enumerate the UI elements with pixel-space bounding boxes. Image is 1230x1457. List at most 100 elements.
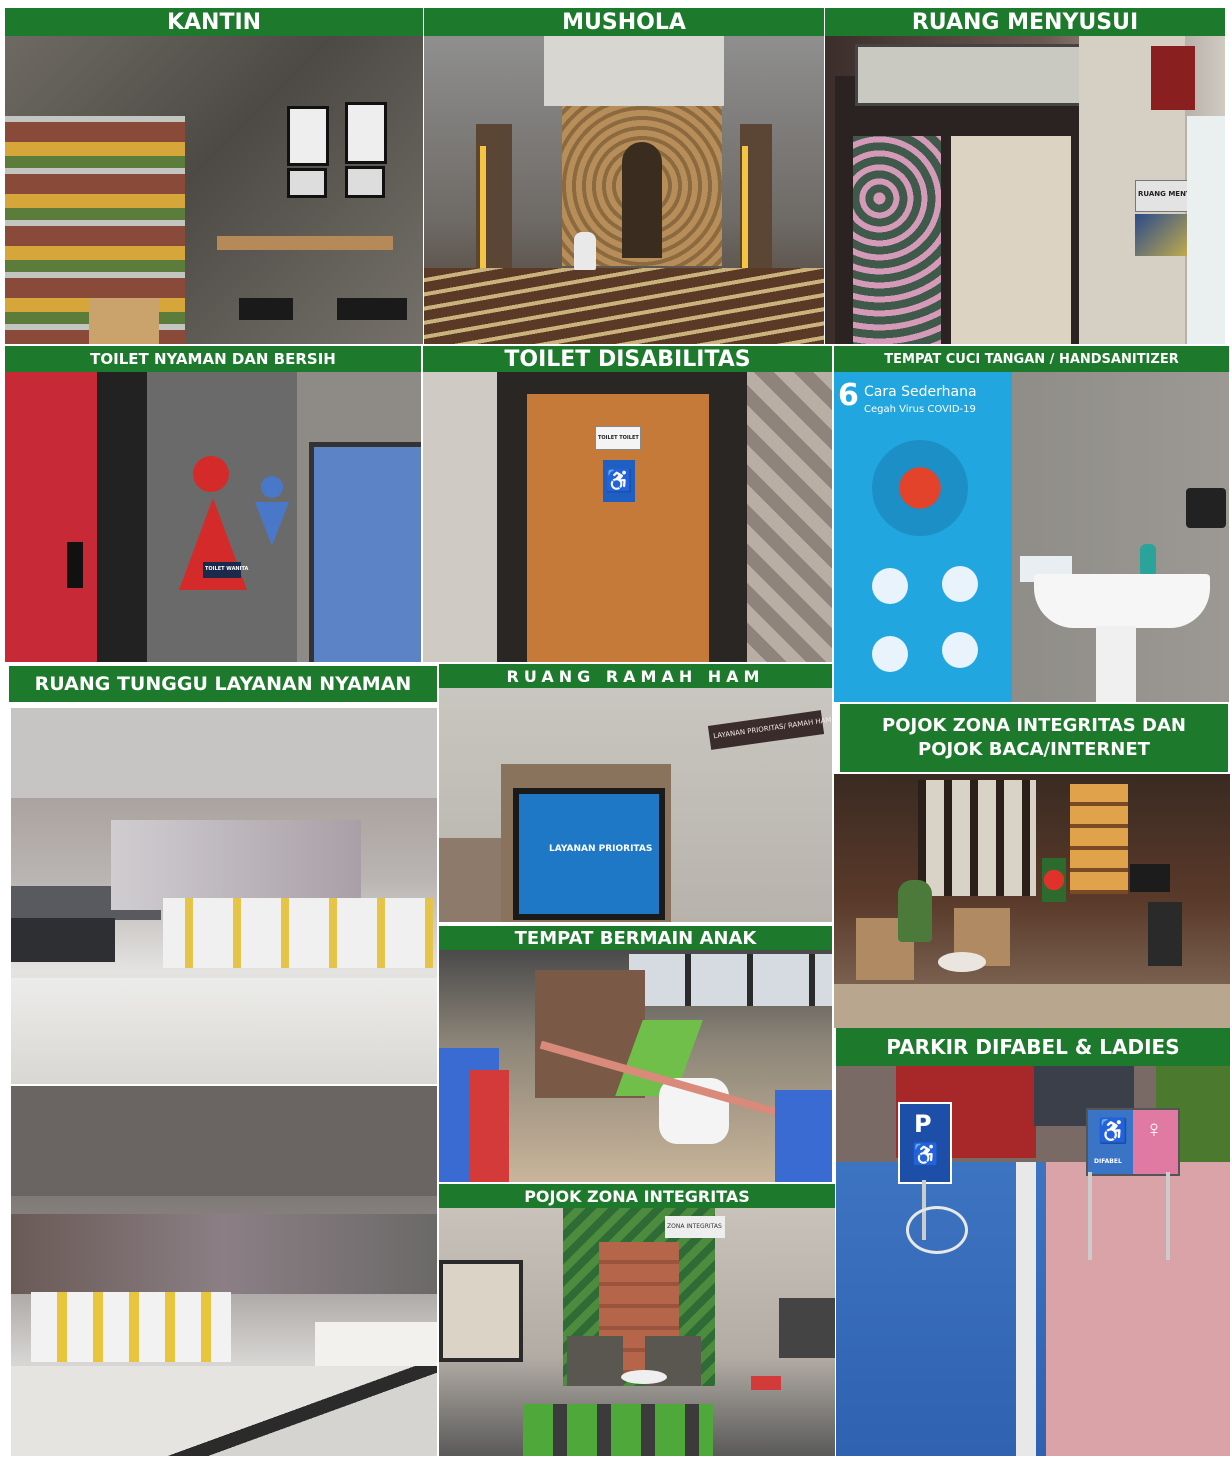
banner-cuci-tangan: TEMPAT CUCI TANGAN / HANDSANITIZER [834, 346, 1229, 372]
difabel-ladies-sign: ♿ DIFABEL ♀ [1086, 1108, 1180, 1176]
stool [337, 298, 407, 320]
round-table [938, 952, 986, 972]
photo-toilet-disabilitas: TOILET TOILET ♿ [423, 372, 832, 662]
office-chair [1148, 902, 1182, 966]
picture-frame [287, 168, 327, 198]
banner-ruang-tunggu: RUANG TUNGGU LAYANAN NYAMAN [9, 666, 437, 702]
red-stool [751, 1376, 781, 1390]
ceiling [11, 708, 437, 798]
poster-subtitle: Cegah Virus COVID-19 [864, 404, 976, 415]
person-praying [574, 232, 596, 270]
banner-ruang-ramah-ham: RUANG RAMAH HAM [439, 664, 832, 688]
stool [239, 298, 293, 320]
wheelchair-icon: ♿ [1098, 1118, 1128, 1145]
certificate-wall [918, 780, 1036, 896]
barrier-post [1088, 1172, 1092, 1260]
zona-integritas-wall: ZONA INTEGRITAS [667, 1223, 722, 1230]
wheelchair-sign: ♿ [603, 460, 635, 502]
photo-mushola [424, 36, 824, 344]
light-strip [480, 146, 486, 276]
sink [1034, 574, 1210, 628]
left-wall [423, 372, 497, 662]
chair-row [11, 918, 115, 962]
photo-ruang-menyusui: RUANG MENYUSUI [825, 36, 1225, 344]
ceiling [11, 1086, 437, 1196]
door-frame [97, 372, 147, 662]
mihrab-niche [622, 142, 662, 258]
bookshelf [1070, 784, 1128, 894]
paper-dispenser [1186, 488, 1226, 528]
left-window [439, 1260, 523, 1362]
toilet-wanita-sign: TOILET WANITA [205, 566, 249, 572]
panel-ruang-ramah-ham: RUANG RAMAH HAM LAYANAN PRIORITAS/ RAMAH… [439, 664, 832, 922]
floor [834, 984, 1230, 1028]
banner-pojok-zi-baca: POJOK ZONA INTEGRITAS DAN POJOK BACA/INT… [840, 704, 1228, 772]
banner-toilet-nyaman: TOILET NYAMAN DAN BERSIH [5, 346, 421, 372]
covid-poster: 6 Cara Sederhana Cegah Virus COVID-19 [834, 372, 1012, 702]
chairs-yellow [163, 898, 433, 968]
red-door [5, 372, 103, 662]
windows [629, 954, 832, 1006]
banner-bermain-anak: TEMPAT BERMAIN ANAK [439, 926, 832, 950]
banner-toilet-disabilitas: TOILET DISABILITAS [423, 346, 832, 372]
tip-circle [872, 568, 908, 604]
toilet-sign-plate: TOILET TOILET [595, 426, 641, 450]
sign-plate: TOILET WANITA [203, 562, 248, 578]
poster-title: Cara Sederhana [864, 384, 977, 400]
difabel-half: ♿ DIFABEL [1088, 1110, 1133, 1174]
glass-door [1187, 116, 1225, 344]
panel-mushola: MUSHOLA [424, 8, 824, 344]
door-sign [67, 542, 83, 588]
photo-pojok-zi: ZONA INTEGRITAS [439, 1208, 835, 1456]
photo-bermain-anak [439, 950, 832, 1182]
floor [11, 1366, 437, 1456]
photo-kantin [5, 36, 423, 344]
ceiling [544, 36, 724, 106]
ladies-half: ♀ [1133, 1110, 1178, 1174]
sink-pedestal [1096, 626, 1136, 702]
panel-parkir: PARKIR DIFABEL & LADIES P ♿ ♿ DIFABEL ♀ [836, 1028, 1230, 1456]
banner-pojok-zi-baca-line1: POJOK ZONA INTEGRITAS DAN [882, 714, 1186, 736]
layanan-prioritas-screen: LAYANAN PRIORITAS [549, 844, 653, 854]
zona-integritas-plate: ZONA INTEGRITAS [665, 1216, 725, 1238]
wheelchair-floor-marking [906, 1206, 968, 1254]
carpet [424, 268, 824, 344]
cardboard-box [89, 298, 159, 344]
blue-fence [775, 1090, 832, 1182]
panel-toilet-nyaman: TOILET NYAMAN DAN BERSIH TOILET WANITA [5, 346, 421, 662]
banner-ruang-menyusui: RUANG MENYUSUI [825, 8, 1225, 36]
frosted-door-panel [951, 136, 1071, 344]
photo-ruang-ramah-ham: LAYANAN PRIORITAS/ RAMAH HAM LAYANAN PRI… [439, 688, 832, 922]
picture-frame [345, 166, 385, 198]
armchair [567, 1336, 623, 1386]
counter-area [11, 1214, 437, 1294]
panel-cuci-tangan: TEMPAT CUCI TANGAN / HANDSANITIZER 6 Car… [834, 346, 1229, 702]
tip-circle [942, 632, 978, 668]
monitor [1130, 864, 1170, 892]
barrier-post [1166, 1172, 1170, 1260]
chairs-yellow [31, 1292, 231, 1362]
tip-circle [942, 566, 978, 602]
photo-ruang-tunggu-2 [11, 1086, 437, 1456]
banner-parkir: PARKIR DIFABEL & LADIES [836, 1028, 1230, 1066]
wheelchair-icon: ♿ [912, 1142, 940, 1167]
banner-mushola: MUSHOLA [424, 8, 824, 36]
photo-ruang-tunggu-1 [11, 708, 437, 1084]
counter-table [217, 236, 393, 250]
poster [1135, 214, 1193, 256]
virus-illustration [872, 440, 968, 536]
sign-blue-triangle [255, 502, 289, 546]
banner-kantin: KANTIN [5, 8, 423, 36]
pink-parking-lot [1046, 1162, 1230, 1456]
glass-partition [111, 820, 361, 910]
panel-bermain-anak: TEMPAT BERMAIN ANAK [439, 926, 832, 1182]
floor [11, 978, 437, 1084]
floral-door-panel [853, 136, 941, 344]
banner-pojok-zi-baca-line2: POJOK BACA/INTERNET [918, 739, 1150, 760]
panel-pojok-zi: POJOK ZONA INTEGRITAS ZONA INTEGRITAS [439, 1184, 835, 1456]
picture-frame [345, 102, 387, 164]
panel-pojok-zi-baca: POJOK ZONA INTEGRITAS DAN POJOK BACA/INT… [834, 704, 1230, 1028]
tip-circle [872, 636, 908, 672]
banner-pojok-zi: POJOK ZONA INTEGRITAS [439, 1184, 835, 1208]
photo-pojok-zi-baca [834, 774, 1230, 1028]
